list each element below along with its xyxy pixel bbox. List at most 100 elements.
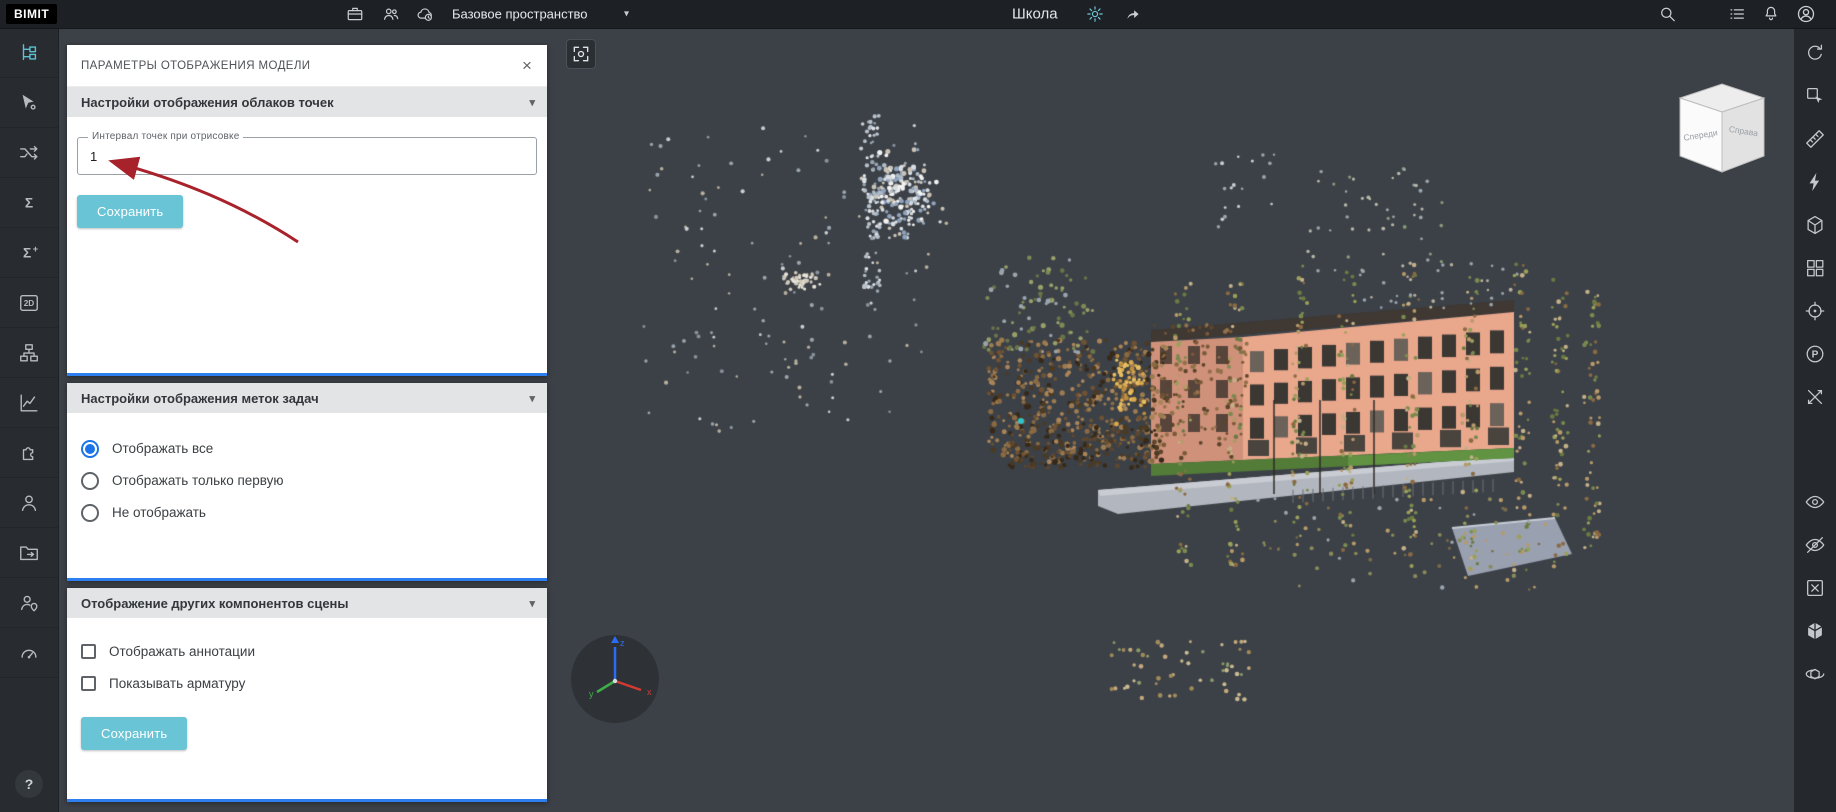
- section-cube-icon[interactable]: [1802, 212, 1828, 238]
- 2d-view-icon[interactable]: 2D: [0, 278, 58, 328]
- select-tool-icon[interactable]: [0, 78, 58, 128]
- chevron-down-icon[interactable]: ▾: [624, 9, 629, 20]
- radio-control[interactable]: [81, 504, 99, 522]
- grid-icon[interactable]: [1802, 255, 1828, 281]
- section-divider: [67, 799, 547, 802]
- circle-p-icon[interactable]: P: [1802, 341, 1828, 367]
- refresh-orbit-icon: [1804, 42, 1826, 64]
- section-header-other[interactable]: Отображение других компонентов сцены ▾: [67, 588, 547, 618]
- panel-title: ПАРАМЕТРЫ ОТОБРАЖЕНИЯ МОДЕЛИ: [81, 60, 310, 72]
- shuffle-icon: [18, 142, 40, 164]
- bell-icon[interactable]: [1762, 5, 1780, 23]
- svg-text:Σ: Σ: [23, 245, 31, 260]
- section-plane-icon[interactable]: [1802, 384, 1828, 410]
- org-chart-icon: [18, 342, 40, 364]
- svg-text:2D: 2D: [24, 299, 35, 308]
- section-title: Настройки отображения меток задач: [81, 391, 319, 406]
- briefcase-icon: [346, 5, 364, 23]
- section-header-point-cloud[interactable]: Настройки отображения облаков точек ▾: [67, 87, 547, 117]
- notification-bell-icon: [1762, 5, 1780, 23]
- sigma-icon[interactable]: Σ: [0, 178, 58, 228]
- box-x-icon[interactable]: [1802, 575, 1828, 601]
- cube-orbit-icon[interactable]: [1802, 661, 1828, 687]
- point-interval-field: Интервал точек при отрисовке: [77, 137, 537, 175]
- measure-icon: [1804, 128, 1826, 150]
- search-icon[interactable]: [1658, 5, 1677, 24]
- focus-icon[interactable]: [566, 39, 596, 69]
- chevron-down-icon: ▾: [529, 392, 535, 405]
- panel-titlebar: ПАРАМЕТРЫ ОТОБРАЖЕНИЯ МОДЕЛИ ×: [67, 45, 547, 87]
- section-header-task-marks[interactable]: Настройки отображения меток задач ▾: [67, 383, 547, 413]
- user-location-icon[interactable]: [0, 578, 58, 628]
- four-squares-icon: [1804, 257, 1826, 279]
- folder-export-icon: [18, 542, 40, 564]
- section-body-point-cloud: Интервал точек при отрисовке Сохранить: [67, 117, 547, 373]
- help-icon[interactable]: ?: [15, 770, 43, 798]
- orbit-reset-icon[interactable]: [1802, 40, 1828, 66]
- workspace-selector[interactable]: Базовое пространство: [452, 7, 588, 22]
- scene-structure-icon[interactable]: [0, 28, 58, 78]
- radio-option[interactable]: Отображать все: [81, 437, 547, 460]
- plugins-icon[interactable]: [0, 428, 58, 478]
- connections-icon[interactable]: [0, 128, 58, 178]
- team-icon[interactable]: [382, 5, 400, 23]
- model-display-panel: ПАРАМЕТРЫ ОТОБРАЖЕНИЯ МОДЕЛИ × Настройки…: [67, 45, 547, 802]
- point-interval-input[interactable]: [78, 138, 536, 174]
- person-pin-icon: [18, 592, 40, 614]
- close-icon[interactable]: ×: [515, 54, 539, 78]
- projects-icon[interactable]: [346, 5, 364, 23]
- task-marks-options: Отображать все Отображать только первую Не…: [67, 413, 547, 524]
- cursor-icon: [18, 92, 40, 114]
- hierarchy-icon[interactable]: [0, 328, 58, 378]
- checkbox-option[interactable]: Отображать аннотации: [81, 640, 547, 663]
- panel-card-point-cloud: ПАРАМЕТРЫ ОТОБРАЖЕНИЯ МОДЕЛИ × Настройки…: [67, 45, 547, 376]
- section-title: Настройки отображения облаков точек: [81, 95, 334, 110]
- sigma-plus-icon[interactable]: Σ+: [0, 228, 58, 278]
- sum-icon: Σ: [18, 192, 40, 214]
- save-point-cloud-button[interactable]: Сохранить: [77, 195, 183, 228]
- lightning-icon[interactable]: [1802, 169, 1828, 195]
- cube-with-orbit-icon: [1804, 663, 1826, 685]
- ruler-icon[interactable]: [1802, 126, 1828, 152]
- share-arrow-icon: [1124, 5, 1142, 23]
- checkbox-option[interactable]: Показывать арматуру: [81, 672, 547, 695]
- axis-gizmo[interactable]: x y z: [567, 631, 663, 727]
- cloud-icon: [416, 5, 434, 23]
- cloud-sync-icon[interactable]: [416, 5, 434, 23]
- target-icon[interactable]: [1802, 298, 1828, 324]
- shared-folder-icon[interactable]: [0, 528, 58, 578]
- select-window-icon[interactable]: [1802, 83, 1828, 109]
- x-axis-label: x: [647, 687, 652, 697]
- option-label: Не отображать: [112, 505, 206, 520]
- radio-option[interactable]: Не отображать: [81, 501, 547, 524]
- radio-control[interactable]: [81, 440, 99, 458]
- option-label: Отображать только первую: [112, 473, 284, 488]
- checkbox-control[interactable]: [81, 676, 96, 691]
- eye-off-icon[interactable]: [1802, 532, 1828, 558]
- panel-card-other-components: Отображение других компонентов сцены ▾ О…: [67, 588, 547, 802]
- radio-option[interactable]: Отображать только первую: [81, 469, 547, 492]
- bolt-icon: [1804, 171, 1826, 193]
- user-icon[interactable]: [0, 478, 58, 528]
- other-options: Отображать аннотации Показывать арматуру: [81, 640, 547, 695]
- view-cube[interactable]: Спереди Справа: [1672, 72, 1772, 182]
- list-icon[interactable]: [1728, 5, 1746, 23]
- chart-icon[interactable]: [0, 378, 58, 428]
- panel-card-task-marks: Настройки отображения меток задач ▾ Отоб…: [67, 383, 547, 581]
- radio-control[interactable]: [81, 472, 99, 490]
- option-label: Показывать арматуру: [109, 676, 245, 691]
- share-icon[interactable]: [1124, 5, 1142, 23]
- save-other-button[interactable]: Сохранить: [81, 717, 187, 750]
- checkbox-control[interactable]: [81, 644, 96, 659]
- option-label: Отображать аннотации: [109, 644, 255, 659]
- project-title: Школа: [1012, 6, 1058, 23]
- account-icon[interactable]: [1796, 4, 1816, 24]
- gear-icon[interactable]: [1086, 5, 1104, 23]
- dashboard-icon[interactable]: [0, 628, 58, 678]
- chevron-down-icon: ▾: [529, 96, 535, 109]
- filled-cube-icon: [1804, 620, 1826, 642]
- right-toolbar: P: [1794, 28, 1836, 812]
- eye-icon[interactable]: [1802, 489, 1828, 515]
- cube-solid-icon[interactable]: [1802, 618, 1828, 644]
- tree-icon: [18, 42, 40, 64]
